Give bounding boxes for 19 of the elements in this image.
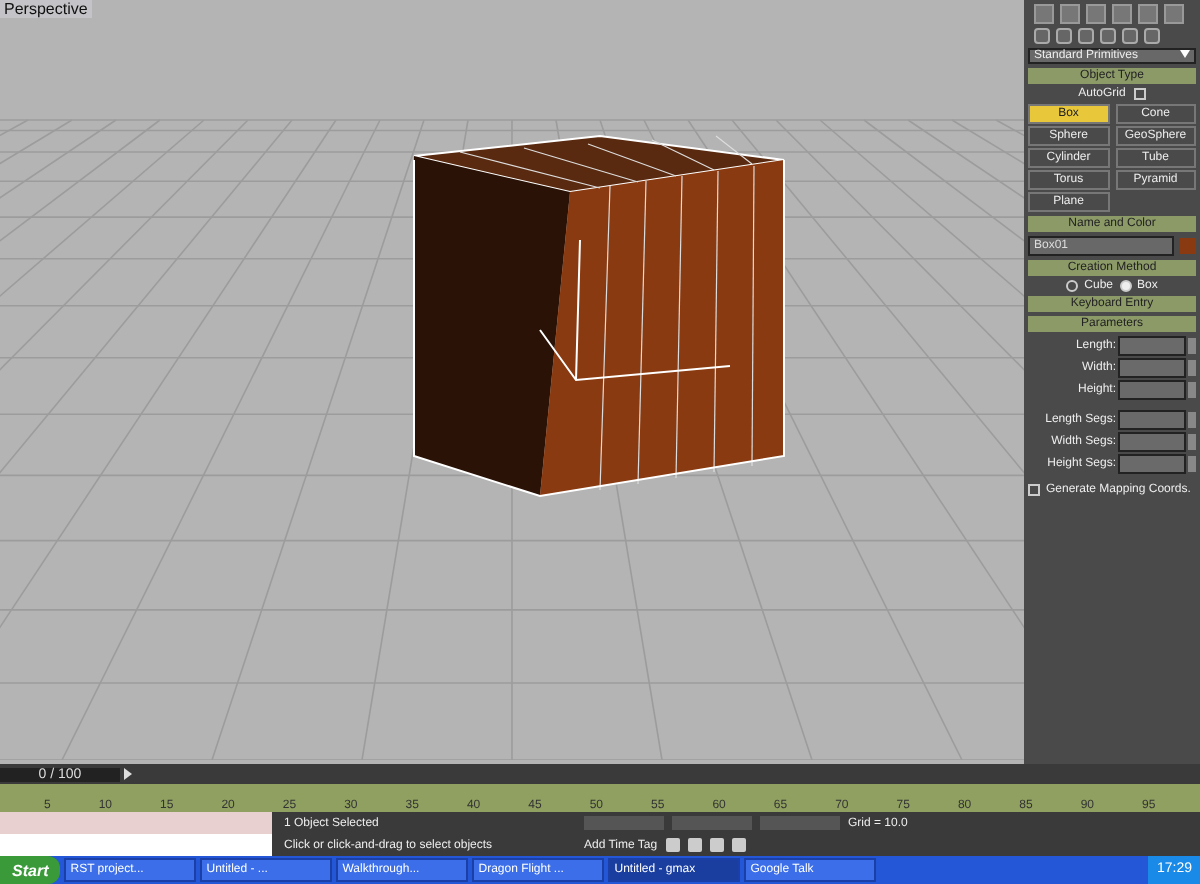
y-coordinate-field[interactable] [672, 816, 752, 830]
parameter-field[interactable] [1118, 410, 1186, 430]
x-coordinate-field[interactable] [584, 816, 664, 830]
object-color-swatch[interactable] [1180, 238, 1196, 254]
autogrid-checkbox[interactable] [1133, 88, 1146, 100]
creation-method-radio[interactable] [1119, 280, 1131, 292]
parameter-field[interactable] [1118, 432, 1186, 452]
parameter-field[interactable] [1118, 454, 1186, 474]
mapping-checkbox[interactable] [1028, 484, 1040, 496]
parameter-field[interactable] [1118, 336, 1186, 356]
z-coordinate-field[interactable] [760, 816, 840, 830]
start-button[interactable]: Start [0, 856, 61, 884]
maxscript-listener-field[interactable] [0, 812, 272, 856]
caret-icon[interactable] [1180, 50, 1190, 58]
parameter-field[interactable] [1118, 358, 1186, 378]
next-frame-icon[interactable] [124, 768, 132, 780]
creation-method-radio[interactable] [1066, 280, 1079, 292]
parameter-field[interactable] [1118, 380, 1186, 400]
viewport-label[interactable]: Perspective [0, 0, 92, 18]
